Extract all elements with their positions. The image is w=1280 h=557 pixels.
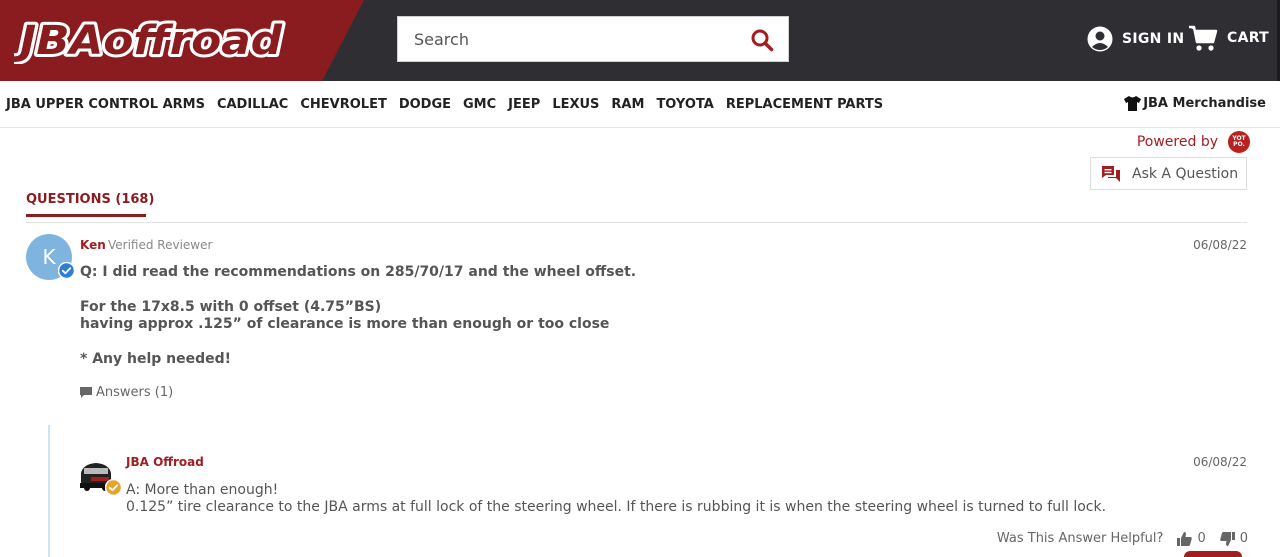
svg-text:JBAoffroad: JBAoffroad bbox=[14, 18, 282, 64]
category-nav: JBA UPPER CONTROL ARMS CADILLAC CHEVROLE… bbox=[0, 81, 1280, 128]
cart-label: CART bbox=[1227, 30, 1270, 46]
powered-by-label: Powered by bbox=[1136, 134, 1218, 150]
thumbs-down-icon[interactable] bbox=[1219, 531, 1235, 546]
nav-items: JBA UPPER CONTROL ARMS CADILLAC CHEVROLE… bbox=[6, 97, 895, 112]
nav-item-replacement-parts[interactable]: REPLACEMENT PARTS bbox=[726, 97, 883, 112]
nav-item-chevrolet[interactable]: CHEVROLET bbox=[300, 97, 386, 112]
ask-question-label: Ask A Question bbox=[1132, 165, 1239, 182]
nav-item-upper-control-arms[interactable]: JBA UPPER CONTROL ARMS bbox=[6, 97, 205, 112]
verified-check-icon bbox=[58, 262, 75, 279]
nav-item-jeep[interactable]: JEEP bbox=[508, 97, 540, 112]
helpful-label: Was This Answer Helpful? bbox=[996, 531, 1164, 546]
chat-icon bbox=[1102, 165, 1120, 182]
search-icon[interactable] bbox=[750, 28, 774, 52]
thumbs-down-count: 0 bbox=[1239, 531, 1248, 546]
sign-in-label: SIGN IN bbox=[1122, 31, 1185, 47]
tab-questions[interactable]: QUESTIONS (168) bbox=[26, 192, 154, 207]
answer-line: A: More than enough! bbox=[126, 482, 279, 498]
answer-line: 0.125” tire clearance to the JBA arms at… bbox=[126, 499, 1107, 515]
nav-item-cadillac[interactable]: CADILLAC bbox=[217, 97, 288, 112]
question-line: having approx .125” of clearance is more… bbox=[80, 316, 610, 332]
floating-action-button[interactable] bbox=[1184, 551, 1242, 557]
answer-thread-bar bbox=[48, 425, 50, 557]
search-input[interactable] bbox=[398, 17, 738, 61]
nav-item-toyota[interactable]: TOYOTA bbox=[656, 97, 713, 112]
nav-item-gmc[interactable]: GMC bbox=[463, 97, 496, 112]
comment-icon bbox=[80, 387, 92, 398]
nav-item-dodge[interactable]: DODGE bbox=[399, 97, 451, 112]
question-line: Q: I did read the recommendations on 285… bbox=[80, 264, 637, 280]
yotpo-logo[interactable]: YOT PO. bbox=[1228, 131, 1250, 153]
answers-label: Answers (1) bbox=[96, 385, 174, 400]
merchandise-link[interactable]: JBA Merchandise bbox=[1124, 96, 1266, 111]
answer-author: JBA Offroad bbox=[126, 455, 204, 469]
thumbs-up-count: 0 bbox=[1197, 531, 1206, 546]
tab-active-indicator bbox=[26, 214, 146, 217]
nav-item-ram[interactable]: RAM bbox=[611, 97, 644, 112]
tabs-divider bbox=[26, 222, 1247, 223]
thumbs-up-icon[interactable] bbox=[1177, 531, 1193, 546]
jba-offroad-logo[interactable]: JBAoffroad bbox=[14, 14, 290, 64]
user-icon bbox=[1087, 26, 1113, 52]
cart-link[interactable]: CART bbox=[1188, 22, 1269, 54]
answers-toggle[interactable]: Answers (1) bbox=[80, 385, 173, 400]
powered-by: Powered by YOT PO. bbox=[1137, 131, 1250, 153]
question-date: 06/08/22 bbox=[1193, 238, 1247, 252]
merchandise-label: JBA Merchandise bbox=[1143, 96, 1266, 111]
question-author: Ken bbox=[80, 238, 106, 252]
sign-in-link[interactable]: SIGN IN bbox=[1087, 24, 1184, 54]
question-line: For the 17x8.5 with 0 offset (4.75”BS) bbox=[80, 299, 382, 315]
answer-date: 06/08/22 bbox=[1193, 455, 1247, 469]
tshirt-icon bbox=[1124, 96, 1142, 111]
cart-icon bbox=[1189, 25, 1218, 51]
answer-helpful: Was This Answer Helpful? 0 0 bbox=[997, 531, 1248, 546]
site-header: JBAoffroad SIGN IN CART bbox=[0, 0, 1280, 81]
search-box bbox=[397, 16, 789, 62]
question-line: * Any help needed! bbox=[80, 351, 232, 367]
nav-item-lexus[interactable]: LEXUS bbox=[552, 97, 599, 112]
ask-question-button[interactable]: Ask A Question bbox=[1090, 157, 1247, 190]
verified-check-icon bbox=[105, 479, 122, 496]
question-author-role: Verified Reviewer bbox=[108, 238, 213, 252]
